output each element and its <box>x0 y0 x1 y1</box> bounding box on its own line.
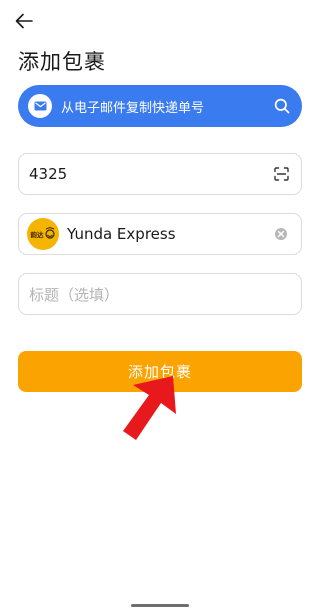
arrow-left-icon <box>15 13 33 29</box>
email-copy-banner[interactable]: 从电子邮件复制快递单号 <box>18 85 302 127</box>
home-indicator[interactable] <box>131 604 189 607</box>
banner-search-button[interactable] <box>272 96 292 116</box>
yunda-logo-graphic: 韵达 <box>31 226 55 239</box>
yunda-logo-icon: 韵达 <box>27 218 59 250</box>
scan-icon <box>273 167 289 181</box>
email-banner-label: 从电子邮件复制快递单号 <box>61 100 205 116</box>
mail-icon <box>34 101 46 111</box>
add-package-button[interactable]: 添加包裹 <box>18 351 302 392</box>
mail-icon-badge <box>28 94 52 118</box>
tracking-number-input[interactable]: 4325 <box>29 165 271 183</box>
page-title: 添加包裹 <box>18 50 106 74</box>
package-title-input[interactable]: 标题（选填） <box>29 284 291 305</box>
back-button[interactable] <box>10 8 38 34</box>
tracking-number-field[interactable]: 4325 <box>18 153 302 195</box>
carrier-name: Yunda Express <box>67 225 176 243</box>
clear-carrier-button[interactable] <box>271 224 291 244</box>
search-icon <box>274 98 290 114</box>
yunda-logo-text: 韵达 <box>31 230 45 239</box>
scan-button[interactable] <box>271 164 291 184</box>
clear-icon <box>275 228 287 240</box>
carrier-field[interactable]: 韵达 Yunda Express <box>18 213 302 255</box>
package-title-field[interactable]: 标题（选填） <box>18 273 302 315</box>
